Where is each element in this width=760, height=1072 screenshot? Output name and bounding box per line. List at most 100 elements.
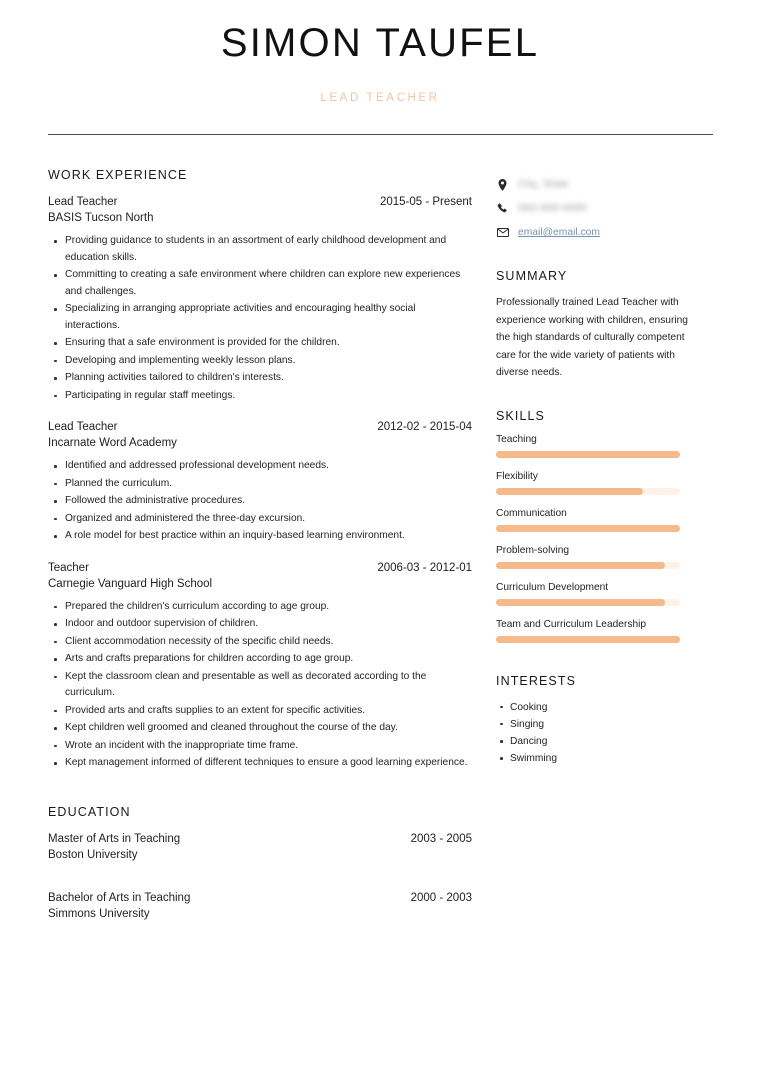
work-experience-bullet: Kept management informed of different te… [54,755,472,772]
resume-body: WORK EXPERIENCE Lead Teacher 2015-05 - Pr… [0,135,760,931]
work-experience-bullet: Participating in regular staff meetings. [54,388,472,405]
work-experience-section: WORK EXPERIENCE Lead Teacher 2015-05 - Pr… [48,168,472,772]
skill-level-fill [496,598,666,606]
work-experience-bullet: Committing to creating a safe environmen… [54,267,472,300]
interests-list: Cooking Singing Dancing Swimming [496,699,688,768]
work-experience-bullet: Organized and administered the three-day… [54,511,472,528]
work-experience-bullet: Indoor and outdoor supervision of childr… [54,616,472,633]
work-experience-bullet: Developing and implementing weekly lesso… [54,353,472,370]
skill-level-fill [496,487,644,495]
skill-level-fill [496,561,666,569]
contact-location: City, State [518,179,570,190]
work-experience-organization: BASIS Tucson North [48,212,154,224]
work-experience-bullet: Wrote an incident with the inappropriate… [54,738,472,755]
work-experience-bullets: Prepared the children's curriculum accor… [48,599,472,772]
work-experience-bullet: Client accommodation necessity of the sp… [54,634,472,651]
work-experience-heading: WORK EXPERIENCE [48,168,188,182]
education-heading: EDUCATION [48,804,131,819]
skill-level-fill [496,450,680,458]
interest-item: Cooking [500,699,688,716]
contact-phone: 000-000-0000 [518,203,587,214]
resume-page: SIMON TAUFEL LEAD TEACHER WORK EXPERIENC… [0,0,760,1072]
work-experience-bullet: Ensuring that a safe environment is prov… [54,335,472,352]
work-experience-role: Lead Teacher [48,196,118,208]
work-experience-date: 2015-05 - Present [379,196,472,208]
map-pin-icon [496,178,509,191]
education-list: Master of Arts in Teaching 2003 - 2005 Bos… [48,833,472,920]
interests-section: INTERESTS Cooking Singing Dancing Swimming [496,674,688,768]
side-column: City, State 000-000-0000 email@email.com [496,168,688,767]
education-date: 2000 - 2003 [410,891,472,904]
summary-heading: SUMMARY [496,269,568,283]
contact-email[interactable]: email@email.com [518,227,600,238]
education-degree: Master of Arts in Teaching [48,832,181,845]
work-experience-bullet: Identified and addressed professional de… [54,458,472,475]
education-section: EDUCATION Master of Arts in Teaching 2003… [48,805,472,920]
education-entry-header: Master of Arts in Teaching 2003 - 2005 [48,833,472,845]
work-experience-date: 2006-03 - 2012-01 [377,561,472,574]
skill-name: Problem-solving [496,544,570,556]
work-experience-bullet: Provided arts and crafts supplies to an … [54,703,472,720]
skill-level-track [496,598,680,606]
work-experience-bullet: Arts and crafts preparations for childre… [54,651,472,668]
work-experience-entry: Lead Teacher 2015-05 - Present BASIS Tucso… [48,196,472,404]
skill-item: Curriculum Development [496,582,688,606]
skill-item: Flexibility [496,471,688,495]
skill-item: Communication [496,508,688,532]
skill-level-fill [496,524,680,532]
summary-section: SUMMARY Professionally trained Lead Teac… [496,269,688,382]
work-experience-role: Lead Teacher [48,421,118,434]
work-experience-bullet: Providing guidance to students in an ass… [54,233,472,266]
work-experience-organization: Carnegie Vanguard High School [48,577,213,590]
work-experience-entry-header: Teacher 2006-03 - 2012-01 [48,562,472,574]
skill-item: Problem-solving [496,545,688,569]
education-entry-header: Bachelor of Arts in Teaching 2000 - 2003 [48,892,472,904]
education-degree: Bachelor of Arts in Teaching [48,891,191,904]
work-experience-bullets: Providing guidance to students in an ass… [48,233,472,404]
main-column: WORK EXPERIENCE Lead Teacher 2015-05 - Pr… [48,168,496,931]
phone-icon [496,203,509,214]
skill-name: Teaching [496,433,537,445]
work-experience-bullet: Followed the administrative procedures. [54,493,472,510]
skill-level-track [496,450,680,458]
work-experience-bullet: Planning activities tailored to children… [54,370,472,387]
work-experience-organization: Incarnate Word Academy [48,437,177,450]
education-spacer [48,872,472,892]
work-experience-entry-header: Lead Teacher 2012-02 - 2015-04 [48,421,472,433]
contact-email-row[interactable]: email@email.com [496,225,688,240]
education-date: 2003 - 2005 [410,832,472,845]
work-experience-entry: Lead Teacher 2012-02 - 2015-04 Incarnate W… [48,421,472,545]
skill-name: Curriculum Development [496,581,609,593]
interest-item: Swimming [500,750,688,767]
skill-name: Team and Curriculum Leadership [496,618,647,630]
skill-level-track [496,561,680,569]
education-entry: Bachelor of Arts in Teaching 2000 - 2003 S… [48,892,472,920]
envelope-icon [496,228,509,237]
interest-item: Singing [500,716,688,733]
work-experience-list: Lead Teacher 2015-05 - Present BASIS Tucso… [48,196,472,772]
skills-section: SKILLS Teaching Flexibility Communication P… [496,409,688,643]
skills-heading: SKILLS [496,408,545,423]
summary-text: Professionally trained Lead Teacher with… [496,297,688,379]
work-experience-bullets: Identified and addressed professional de… [48,458,472,545]
interest-item: Dancing [500,733,688,750]
skill-name: Communication [496,507,567,519]
work-experience-bullet: Specializing in arranging appropriate ac… [54,301,472,334]
work-experience-entry-header: Lead Teacher 2015-05 - Present [48,196,472,208]
work-experience-bullet: A role model for best practice within an… [54,528,472,545]
work-experience-role: Teacher [48,561,89,574]
skill-name: Flexibility [496,470,538,482]
work-experience-bullet: Planned the curriculum. [54,476,472,493]
work-experience-entry: Teacher 2006-03 - 2012-01 Carnegie Vanguar… [48,562,472,772]
skill-level-fill [496,635,680,643]
interests-heading: INTERESTS [496,673,577,688]
education-school: Boston University [48,848,138,861]
work-experience-bullet: Kept the classroom clean and presentable… [54,669,472,702]
contact-list: City, State 000-000-0000 email@email.com [496,177,688,240]
candidate-name: SIMON TAUFEL [220,21,540,65]
education-school: Simmons University [48,907,150,920]
skill-level-track [496,524,680,532]
work-experience-bullet: Prepared the children's curriculum accor… [54,599,472,616]
work-experience-bullet: Kept children well groomed and cleaned t… [54,720,472,737]
education-entry: Master of Arts in Teaching 2003 - 2005 Bos… [48,833,472,861]
